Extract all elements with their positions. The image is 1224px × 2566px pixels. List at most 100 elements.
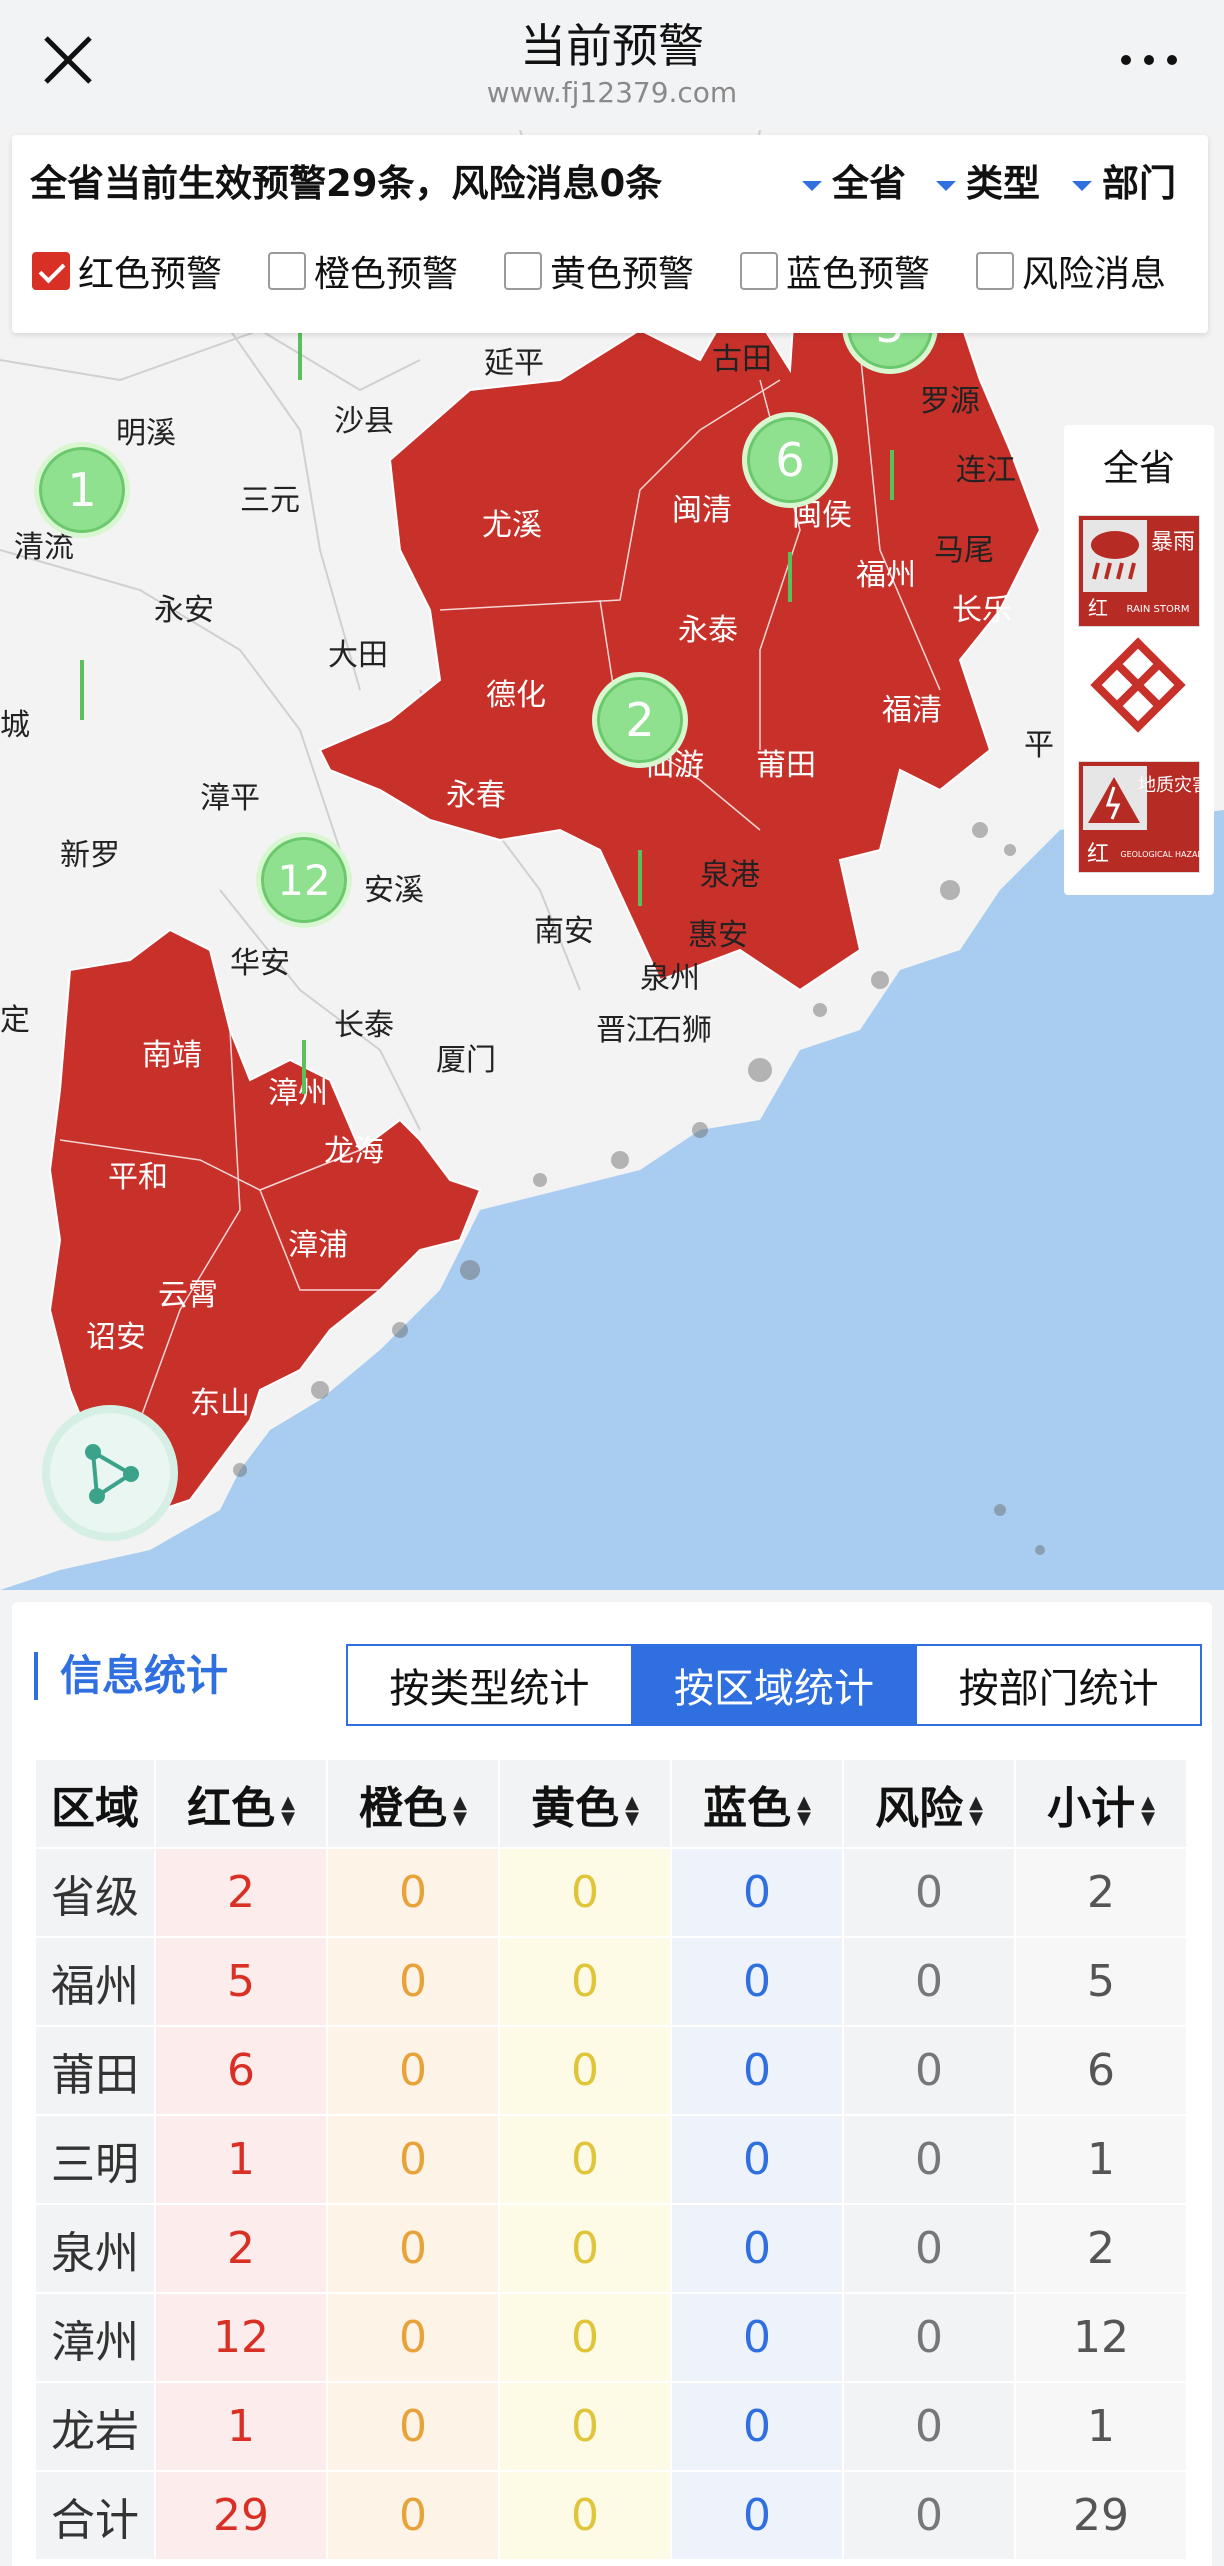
checkbox-orange-warning[interactable]: 橙色预警: [268, 245, 458, 297]
table-cell-blue: 0: [670, 2025, 844, 2116]
city-label: 漳平: [200, 781, 260, 816]
checkbox-icon[interactable]: [740, 252, 778, 290]
warning-symbol-icon[interactable]: [1088, 635, 1188, 745]
sort-icon[interactable]: ▲ ▼: [281, 1793, 295, 1827]
table-cell-blue: 0: [670, 1936, 844, 2027]
checkbox-risk-message[interactable]: 风险消息: [976, 245, 1166, 297]
tab-by-type[interactable]: 按类型统计: [348, 1646, 633, 1724]
pin-stem: [80, 660, 84, 720]
sort-icon[interactable]: ▲ ▼: [625, 1793, 639, 1827]
caret-down-icon: [936, 180, 956, 191]
checkbox-icon[interactable]: [268, 252, 306, 290]
column-header-risk[interactable]: 风险 ▲ ▼: [842, 1758, 1016, 1849]
statistics-table: 区域 红色 ▲ ▼ 橙色 ▲ ▼ 黄色 ▲ ▼ 蓝色 ▲ ▼ 风险 ▲ ▼ 小计 ▲ ▼ 省级 2 0 0 0 0…: [34, 1758, 1188, 2561]
table-cell-yellow: 0: [498, 2114, 672, 2205]
table-row: 莆田 6 0 0 0 0 6: [34, 2025, 1188, 2116]
cluster-pin-zhangzhou[interactable]: 12: [256, 832, 352, 928]
city-label: 安溪: [364, 873, 424, 908]
geological-hazard-red-icon[interactable]: 地质灾害 红 GEOLOGICAL HAZAD: [1078, 761, 1200, 873]
svg-text:GEOLOGICAL HAZAD: GEOLOGICAL HAZAD: [1120, 850, 1200, 859]
city-label: 厦门: [436, 1043, 496, 1078]
city-label: 永春: [446, 778, 506, 813]
table-cell-yellow: 0: [498, 2203, 672, 2294]
sort-icon[interactable]: ▲ ▼: [1141, 1793, 1155, 1827]
table-cell-region: 合计: [34, 2470, 156, 2561]
cluster-pin-putian[interactable]: 6: [742, 412, 838, 508]
sort-icon[interactable]: ▲ ▼: [453, 1793, 467, 1827]
statistics-title: 信息统计: [34, 1652, 228, 1700]
dropdown-type[interactable]: 类型: [936, 153, 1040, 207]
cluster-pin-quanzhou[interactable]: 2: [592, 672, 688, 768]
column-header-subtotal[interactable]: 小计 ▲ ▼: [1014, 1758, 1188, 1849]
table-cell-risk: 0: [842, 2025, 1016, 2116]
dropdown-region[interactable]: 全省: [802, 153, 906, 207]
table-cell-region: 省级: [34, 1847, 156, 1938]
checkbox-blue-warning[interactable]: 蓝色预警: [740, 245, 930, 297]
checkbox-icon[interactable]: [504, 252, 542, 290]
city-label: 莆田: [756, 748, 816, 783]
dropdown-department[interactable]: 部门: [1072, 153, 1176, 207]
table-row: 三明 1 0 0 0 0 1: [34, 2114, 1188, 2205]
legend-panel: 全省 暴雨 红 RAIN STORM 地质灾害 红 GEOLOGICAL HAZ…: [1064, 425, 1214, 895]
table-cell-red: 29: [154, 2470, 328, 2561]
caret-down-icon: [802, 180, 822, 191]
city-label: 尤溪: [482, 508, 542, 543]
table-row: 福州 5 0 0 0 0 5: [34, 1936, 1188, 2027]
city-label: 长乐: [952, 593, 1012, 628]
top-nav-bar: 当前预警 www.fj12379.com: [0, 0, 1224, 130]
table-cell-blue: 0: [670, 2114, 844, 2205]
tab-by-department[interactable]: 按部门统计: [917, 1646, 1200, 1724]
checkbox-checked-icon[interactable]: [32, 252, 70, 290]
svg-text:暴雨: 暴雨: [1151, 530, 1195, 555]
table-cell-risk: 0: [842, 2114, 1016, 2205]
table-cell-subtotal: 2: [1014, 2203, 1188, 2294]
city-label: 三元: [240, 483, 300, 518]
city-label: 龙海: [324, 1134, 384, 1169]
warning-map[interactable]: 延平 古田 罗源 连江 明溪 沙县 三元 清流 尤溪 闽清 闽侯 福州 马尾 长…: [0, 130, 1224, 1590]
city-label: 南安: [534, 914, 594, 949]
table-cell-risk: 0: [842, 1847, 1016, 1938]
city-label: 城: [0, 708, 30, 743]
city-label: 漳州: [268, 1076, 328, 1111]
city-label: 明溪: [116, 416, 176, 451]
cluster-pin-longyan[interactable]: 1: [34, 442, 130, 538]
column-header-yellow[interactable]: 黄色 ▲ ▼: [498, 1758, 672, 1849]
table-cell-region: 龙岩: [34, 2381, 156, 2472]
table-cell-subtotal: 1: [1014, 2381, 1188, 2472]
city-label: 漳浦: [288, 1228, 348, 1263]
checkbox-red-warning[interactable]: 红色预警: [32, 245, 222, 297]
sort-icon[interactable]: ▲ ▼: [797, 1793, 811, 1827]
column-header-red[interactable]: 红色 ▲ ▼: [154, 1758, 328, 1849]
share-button[interactable]: [42, 1405, 178, 1541]
table-row: 漳州 12 0 0 0 0 12: [34, 2292, 1188, 2383]
statistics-panel: 信息统计 按类型统计 按区域统计 按部门统计 区域 红色 ▲ ▼ 橙色 ▲ ▼ 黄色 ▲ ▼…: [12, 1602, 1212, 2566]
table-cell-subtotal: 12: [1014, 2292, 1188, 2383]
checkbox-icon[interactable]: [976, 252, 1014, 290]
column-header-orange[interactable]: 橙色 ▲ ▼: [326, 1758, 500, 1849]
table-cell-risk: 0: [842, 1936, 1016, 2027]
column-header-blue[interactable]: 蓝色 ▲ ▼: [670, 1758, 844, 1849]
city-label: 永泰: [678, 613, 738, 648]
city-label: 晋江: [596, 1013, 656, 1048]
svg-text:RAIN STORM: RAIN STORM: [1127, 604, 1190, 615]
table-cell-risk: 0: [842, 2292, 1016, 2383]
table-cell-risk: 0: [842, 2470, 1016, 2561]
legend-title[interactable]: 全省: [1064, 439, 1214, 491]
rainstorm-red-icon[interactable]: 暴雨 红 RAIN STORM: [1078, 515, 1200, 627]
checkbox-yellow-warning[interactable]: 黄色预警: [504, 245, 694, 297]
city-label: 泉州: [640, 961, 700, 996]
page-title: 当前预警: [520, 19, 704, 73]
more-icon[interactable]: [1114, 40, 1184, 80]
svg-text:地质灾害: 地质灾害: [1138, 775, 1200, 796]
table-cell-red: 1: [154, 2114, 328, 2205]
tab-by-region[interactable]: 按区域统计: [632, 1646, 918, 1724]
pin-stem: [788, 552, 792, 602]
table-cell-blue: 0: [670, 2381, 844, 2472]
table-cell-orange: 0: [326, 1847, 500, 1938]
sort-icon[interactable]: ▲ ▼: [969, 1793, 983, 1827]
city-label: 沙县: [334, 404, 394, 439]
table-cell-red: 6: [154, 2025, 328, 2116]
svg-text:红: 红: [1087, 842, 1109, 867]
city-label: 南靖: [142, 1038, 202, 1073]
table-cell-subtotal: 5: [1014, 1936, 1188, 2027]
